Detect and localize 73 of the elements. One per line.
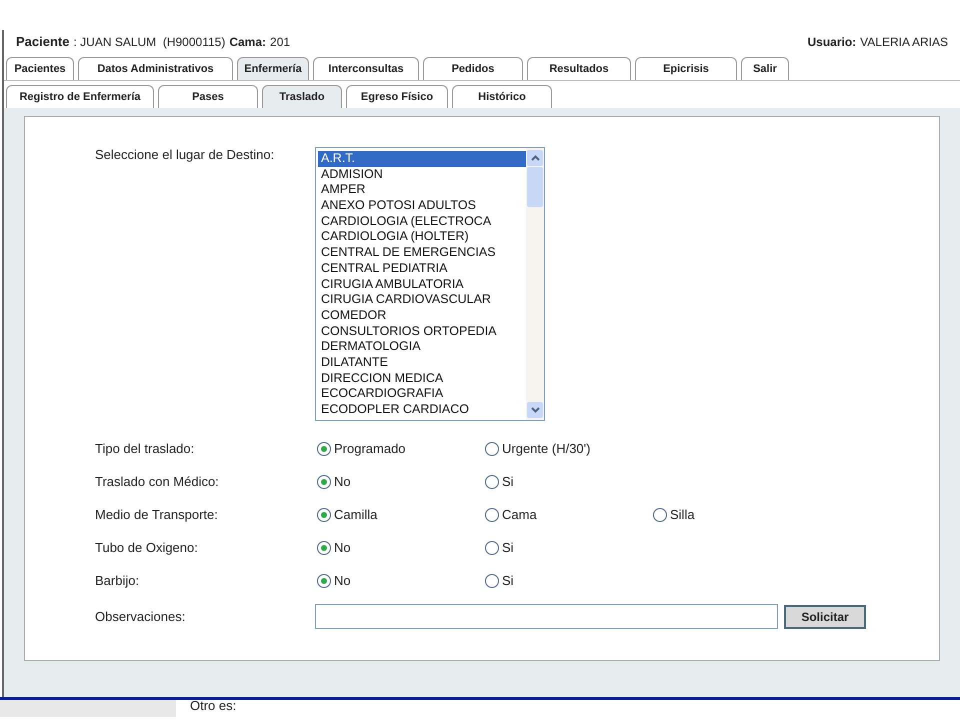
radio-label: Cama — [502, 506, 537, 524]
radio-button[interactable] — [317, 541, 331, 555]
observations-field[interactable] — [315, 604, 778, 629]
radio-button[interactable] — [317, 475, 331, 489]
list-option[interactable]: DERMATOLOGIA — [318, 339, 526, 355]
radio-label: No — [334, 539, 351, 558]
radio-button[interactable] — [317, 442, 331, 456]
list-option[interactable]: CENTRAL DE EMERGENCIAS — [318, 245, 526, 261]
bed-label: Cama: — [229, 34, 266, 51]
radio-button[interactable] — [485, 574, 499, 588]
field-label: Observaciones: — [95, 608, 186, 626]
radio-button[interactable] — [485, 541, 499, 555]
tab[interactable]: Pedidos — [423, 57, 523, 80]
tab[interactable]: Datos Administrativos — [78, 57, 233, 80]
radio-button[interactable] — [485, 508, 499, 522]
tab[interactable]: Egreso Físico — [346, 85, 448, 108]
list-option[interactable]: AMPER — [318, 182, 526, 198]
list-option[interactable]: A.R.T. — [318, 151, 526, 167]
scroll-down-icon[interactable] — [527, 402, 543, 418]
list-option[interactable]: CARDIOLOGIA (HOLTER) — [318, 229, 526, 246]
list-option[interactable]: DIRECCION MEDICA — [318, 370, 526, 386]
radio-label: Programado — [334, 440, 406, 458]
radio-label: Si — [502, 473, 514, 492]
list-option[interactable]: DILATANTE — [318, 354, 526, 371]
list-option[interactable]: ECODOPLER CARDIACO — [318, 402, 526, 418]
list-option[interactable]: ADMISION — [318, 166, 526, 182]
radio-label: Si — [502, 572, 514, 590]
list-option[interactable]: ECOCARDIOGRAFIA — [318, 386, 526, 402]
destination-label: Seleccione el lugar de Destino: — [95, 147, 276, 164]
radio-label: Si — [502, 539, 514, 558]
radio-label: No — [334, 572, 351, 590]
radio-button[interactable] — [485, 475, 499, 489]
tab[interactable]: Traslado — [262, 85, 342, 108]
tab[interactable]: Registro de Enfermería — [6, 85, 154, 108]
footer-text: Otro es: — [190, 700, 236, 715]
list-option[interactable]: CIRUGIA CARDIOVASCULAR — [318, 292, 526, 308]
field-label: Medio de Transporte: — [95, 506, 219, 524]
user-value: VALERIA ARIAS — [860, 34, 948, 51]
patient-label: Paciente — [16, 33, 70, 52]
tab[interactable]: Enfermería — [237, 57, 309, 80]
list-option[interactable]: CIRUGIA AMBULATORIA — [318, 276, 526, 292]
field-label: Traslado con Médico: — [95, 473, 220, 492]
field-label: Tipo del traslado: — [95, 440, 196, 458]
field-label: Tubo de Oxigeno: — [95, 539, 199, 558]
list-option[interactable]: COMEDOR — [318, 308, 526, 324]
radio-label: Silla — [670, 506, 695, 524]
tab[interactable]: Epicrisis — [635, 57, 737, 80]
tab[interactable]: Interconsultas — [313, 57, 419, 80]
user-label: Usuario: — [807, 34, 856, 51]
scroll-up-icon[interactable] — [527, 150, 543, 166]
radio-button[interactable] — [317, 508, 331, 522]
list-option[interactable]: CONSULTORIOS ORTOPEDIA — [318, 324, 526, 340]
tab[interactable]: Resultados — [527, 57, 631, 80]
radio-button[interactable] — [317, 574, 331, 588]
tab[interactable]: Pacientes — [6, 57, 74, 80]
bed-value: 201 — [270, 34, 290, 51]
tab[interactable]: Histórico — [452, 85, 552, 108]
field-label: Barbijo: — [95, 572, 140, 590]
list-option[interactable]: CARDIOLOGIA (ELECTROCA — [318, 214, 526, 230]
list-option[interactable]: CENTRAL PEDIATRIA — [318, 260, 526, 276]
radio-label: Camilla — [334, 506, 378, 524]
scrollbar[interactable] — [526, 148, 544, 420]
radio-button[interactable] — [485, 442, 499, 456]
solicitar-button[interactable]: Solicitar — [784, 604, 866, 628]
destination-list[interactable] — [315, 147, 545, 421]
radio-label: Urgente (H/30') — [502, 440, 590, 458]
radio-label: No — [334, 473, 351, 492]
tab[interactable]: Salir — [741, 57, 789, 80]
radio-button[interactable] — [653, 508, 667, 522]
patient-value: : JUAN SALUM (H9000115) — [73, 34, 226, 51]
list-option[interactable]: ANEXO POTOSI ADULTOS — [318, 198, 526, 214]
tab[interactable]: Pases — [158, 85, 258, 108]
scroll-thumb[interactable] — [527, 167, 543, 207]
